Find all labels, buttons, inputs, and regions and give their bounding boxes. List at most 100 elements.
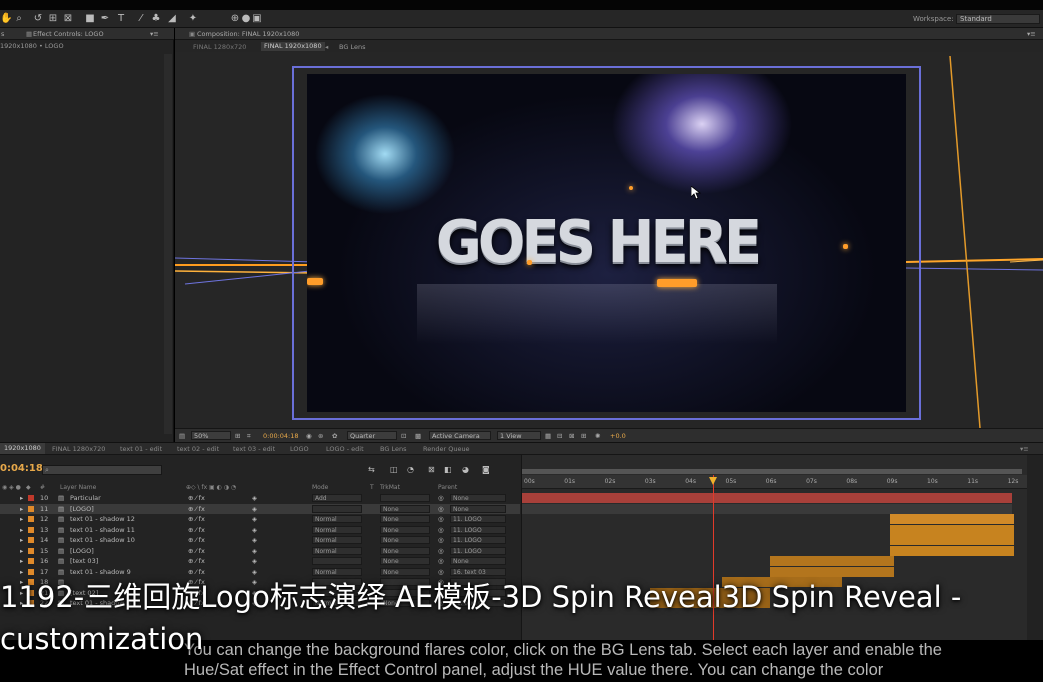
layer-duration-bar[interactable] <box>770 566 894 577</box>
trkmat-header[interactable]: TrkMat <box>380 484 400 491</box>
layer-trkmat-select[interactable]: None <box>380 536 430 544</box>
layer-label-color[interactable] <box>28 516 34 522</box>
layer-parent-select[interactable]: None <box>450 494 506 502</box>
puppet-tool-icon[interactable]: ✦ <box>187 12 199 25</box>
layer-row[interactable]: ▸ 11 ▤ [LOGO] ⊕ ⁄ fx ◈ None ◎ None <box>0 503 520 514</box>
layer-label-color[interactable] <box>28 568 34 575</box>
view-axis-icon[interactable]: ▣ <box>251 12 263 25</box>
layer-row[interactable]: ▸ 15 ▤ [LOGO] ⊕ ⁄ fx ◈ Normal None ◎ 11. LOGO <box>0 546 520 557</box>
layer-label-color[interactable] <box>28 547 34 554</box>
layer-parent-select[interactable]: 16. text 03 <box>450 567 506 576</box>
layer-name[interactable]: [text 03] <box>70 557 98 565</box>
layer-3d-icon[interactable]: ◈ <box>252 505 257 513</box>
timeline-tab-1920[interactable]: 1920x1080 <box>0 443 45 454</box>
eraser-tool-icon[interactable]: ◢ <box>166 12 178 25</box>
parent-pickwhip-icon[interactable]: ◎ <box>438 536 444 544</box>
layer-parent-select[interactable]: None <box>450 557 506 565</box>
layer-switches-icon[interactable]: ⊕ ⁄ fx <box>188 557 205 565</box>
exposure-icon[interactable]: ✺ <box>595 432 600 440</box>
layer-mode-select[interactable] <box>312 557 362 565</box>
layer-switches-icon[interactable]: ⊕ ⁄ fx <box>188 547 205 555</box>
timeline-tab-logo[interactable]: LOGO <box>290 445 309 453</box>
zoom-select[interactable]: 50% <box>191 431 231 440</box>
layer-name[interactable]: text 01 - shadow 10 <box>70 536 135 544</box>
time-ruler[interactable]: 00s 01s 02s 03s 04s 05s 06s 07s 08s 09s 10s 11s 12s <box>522 475 1028 489</box>
expand-arrow-icon[interactable]: ▸ <box>20 505 23 513</box>
layer-label-color[interactable] <box>28 558 34 564</box>
parent-header[interactable]: Parent <box>438 484 457 491</box>
snapshot-icon[interactable]: ◉ <box>306 432 312 440</box>
shy-layers-icon[interactable]: ◔ <box>407 465 414 474</box>
hand-tool-icon[interactable]: ✋ <box>0 12 12 25</box>
grid-icon[interactable]: ⌗ <box>247 432 251 441</box>
effect-controls-scrollbar[interactable] <box>164 54 172 434</box>
composition-viewer[interactable]: GOES HERE <box>175 52 1043 428</box>
layer-switches-icon[interactable]: ⊕ ⁄ fx <box>188 526 205 534</box>
layer-duration-bar[interactable] <box>890 545 1014 556</box>
graph-editor-icon[interactable]: ◙ <box>482 465 490 474</box>
expand-arrow-icon[interactable]: ▸ <box>20 515 23 523</box>
flowchart-icon[interactable]: ⊞ <box>581 432 586 440</box>
layer-trkmat-select[interactable]: None <box>380 557 430 565</box>
layer-label-color[interactable] <box>28 505 34 512</box>
timeline-tab-text02[interactable]: text 02 - edit <box>177 445 219 453</box>
frame-blending-icon[interactable]: ⊠ <box>428 465 435 474</box>
layer-3d-icon[interactable]: ◈ <box>252 557 257 565</box>
region-of-interest-icon[interactable]: ⊡ <box>401 432 406 440</box>
timeline-timecode[interactable]: 0:04:18 <box>0 463 43 474</box>
transparency-grid-icon[interactable]: ▩ <box>415 432 421 440</box>
layer-switches-icon[interactable]: ⊕ ⁄ fx <box>188 515 205 523</box>
layer-3d-icon[interactable]: ◈ <box>252 494 257 502</box>
safe-area-icon[interactable]: ⊞ <box>235 432 240 440</box>
layer-mode-select[interactable]: Normal <box>312 536 362 544</box>
layer-name[interactable]: [LOGO] <box>70 547 94 555</box>
expand-arrow-icon[interactable]: ▸ <box>20 536 23 544</box>
layer-name[interactable]: text 01 - shadow 9 <box>70 568 131 576</box>
pan-behind-tool-icon[interactable]: ⊠ <box>62 12 74 25</box>
camera-tool-icon[interactable]: ⊞ <box>47 12 59 25</box>
layer-parent-select[interactable]: 11. LOGO <box>450 536 506 544</box>
work-area-bar[interactable] <box>522 469 1022 474</box>
timeline-tab-final-1280[interactable]: FINAL 1280x720 <box>52 445 105 453</box>
layer-label-color[interactable] <box>28 537 34 543</box>
effect-controls-tab[interactable]: s ▦ Effect Controls: LOGO ▾≡ <box>0 28 174 40</box>
brainstorm-icon[interactable]: ◕ <box>462 465 469 474</box>
project-tab-stub[interactable]: s <box>1 30 4 38</box>
layer-search-input[interactable]: ⌕ <box>42 465 162 475</box>
toggle-pixel-aspect-icon[interactable]: ▦ <box>545 432 551 440</box>
subtab-final-1920[interactable]: FINAL 1920x1080 <box>261 42 325 51</box>
layer-3d-icon[interactable]: ◈ <box>252 547 257 555</box>
layer-label-color[interactable] <box>28 526 34 533</box>
timeline-tab-text03[interactable]: text 03 - edit <box>233 445 275 453</box>
layer-mode-select[interactable]: Add <box>312 494 362 502</box>
layer-parent-select[interactable]: 11. LOGO <box>450 515 506 523</box>
layer-duration-bar[interactable] <box>890 535 1014 545</box>
layer-trkmat-select[interactable]: None <box>380 546 430 555</box>
motion-blur-icon[interactable]: ◧ <box>444 465 452 474</box>
expand-arrow-icon[interactable]: ▸ <box>20 494 23 502</box>
subtab-bg-lens[interactable]: BG Lens <box>339 43 365 51</box>
layer-duration-bar[interactable] <box>770 556 894 566</box>
layer-switches-icon[interactable]: ⊕ ⁄ fx <box>188 494 205 502</box>
layer-duration-bar[interactable] <box>890 524 1014 535</box>
layer-mode-select[interactable]: Normal <box>312 546 362 555</box>
layer-switches-icon[interactable]: ⊕ ⁄ fx <box>188 536 205 544</box>
layer-trkmat-select[interactable]: None <box>380 504 430 513</box>
fast-previews-icon[interactable]: ⊟ <box>557 432 562 440</box>
text-tool-icon[interactable]: T <box>115 12 127 25</box>
toggle-pixel-icon[interactable]: ▤ <box>179 432 185 440</box>
layer-switches-icon[interactable]: ⊕ ⁄ fx <box>188 505 205 513</box>
mode-header[interactable]: Mode <box>312 484 328 491</box>
layer-row[interactable]: ▸ 12 ▤ text 01 - shadow 12 ⊕ ⁄ fx ◈ Normal None… <box>0 514 520 525</box>
layer-name[interactable]: [LOGO] <box>70 505 94 513</box>
layer-3d-icon[interactable]: ◈ <box>252 536 257 544</box>
layer-parent-select[interactable]: 11. LOGO <box>450 525 506 534</box>
parent-pickwhip-icon[interactable]: ◎ <box>438 568 444 576</box>
show-snapshot-icon[interactable]: ⊛ <box>318 432 323 440</box>
layer-3d-icon[interactable]: ◈ <box>252 515 257 523</box>
parent-pickwhip-icon[interactable]: ◎ <box>438 494 444 502</box>
channels-icon[interactable]: ✿ <box>332 432 337 440</box>
layer-duration-bar[interactable] <box>890 514 1014 524</box>
expand-arrow-icon[interactable]: ▸ <box>20 557 23 565</box>
rectangle-tool-icon[interactable]: ■ <box>84 12 96 25</box>
